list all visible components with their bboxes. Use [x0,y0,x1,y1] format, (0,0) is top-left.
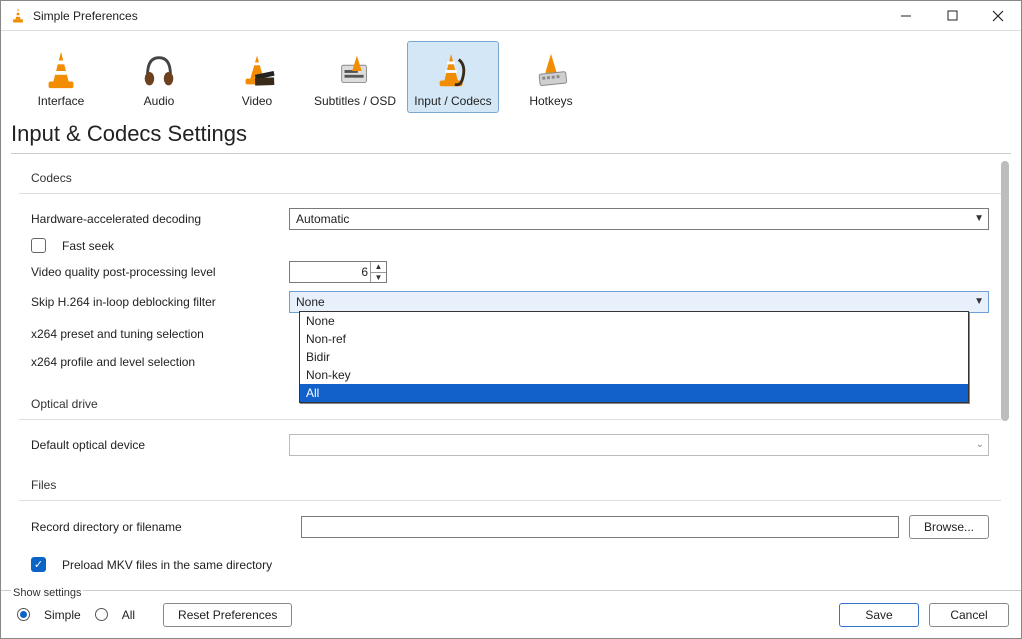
chevron-down-icon: ▼ [974,213,984,224]
tab-interface[interactable]: Interface [15,41,107,113]
keyboard-icon [527,48,575,92]
checkbox-preload-mkv[interactable]: ✓ [31,557,46,572]
combo-value: Automatic [296,212,349,226]
reset-preferences-button[interactable]: Reset Preferences [163,603,292,627]
cancel-button[interactable]: Cancel [929,603,1009,627]
chevron-down-icon: ▼ [974,296,984,307]
dropdown-option[interactable]: Bidir [300,348,968,366]
settings-scroll-area: Codecs Hardware-accelerated decoding Aut… [11,161,1009,588]
browse-button[interactable]: Browse... [909,515,989,539]
category-tabs: Interface Audio Video [1,31,1021,117]
combo-value: None [296,295,325,309]
maximize-button[interactable] [929,1,975,31]
page-title: Input & Codecs Settings [1,117,1021,153]
radio-simple[interactable] [17,608,30,621]
button-label: Browse... [924,520,974,534]
group-title-files: Files [19,474,1001,501]
button-label: Cancel [950,608,987,622]
combo-default-optical[interactable]: ⌄ [289,434,989,456]
combo-hw-decoding[interactable]: Automatic ▼ [289,208,989,230]
divider [11,153,1011,154]
input-record-dir[interactable] [301,516,899,538]
label-preload-mkv: Preload MKV files in the same directory [62,558,272,572]
spinner-vqpp[interactable]: 6 ▲ ▼ [289,261,387,283]
footer-bar: Show settings Simple All Reset Preferenc… [1,590,1021,638]
save-button[interactable]: Save [839,603,919,627]
input-codecs-icon [429,48,477,92]
chevron-down-icon: ⌄ [976,439,984,450]
label-fast-seek: Fast seek [62,239,114,253]
label-skip-loopfilter: Skip H.264 in-loop deblocking filter [31,295,279,309]
close-button[interactable] [975,1,1021,31]
tab-label: Hotkeys [529,94,572,108]
tab-label: Video [242,94,272,108]
label-default-optical: Default optical device [31,438,279,452]
label-vqpp: Video quality post-processing level [31,265,279,279]
window-title: Simple Preferences [33,9,883,23]
spinner-value: 6 [361,265,368,279]
tab-label: Interface [38,94,85,108]
label-show-settings: Show settings [11,587,83,599]
tab-video[interactable]: Video [211,41,303,113]
tab-input-codecs[interactable]: Input / Codecs [407,41,499,113]
tab-label: Input / Codecs [414,94,491,108]
label-all: All [122,608,135,622]
dropdown-option[interactable]: Non-ref [300,330,968,348]
group-title-codecs: Codecs [19,167,1001,194]
label-hw-decoding: Hardware-accelerated decoding [31,212,279,226]
minimize-button[interactable] [883,1,929,31]
combo-skip-loopfilter[interactable]: None ▼ [289,291,989,313]
cone-icon [37,48,85,92]
radio-all[interactable] [95,608,108,621]
tab-label: Audio [144,94,175,108]
dropdown-option[interactable]: Non-key [300,366,968,384]
label-record-dir: Record directory or filename [31,520,291,534]
app-icon [9,7,27,25]
dropdown-option[interactable]: None [300,312,968,330]
tab-subtitles-osd[interactable]: Subtitles / OSD [309,41,401,113]
checkbox-fast-seek[interactable] [31,238,46,253]
label-x264-preset: x264 preset and tuning selection [31,327,279,341]
dropdown-option[interactable]: All [300,384,968,402]
tab-label: Subtitles / OSD [314,94,396,108]
spin-down-icon[interactable]: ▼ [371,273,386,283]
clapperboard-icon [233,48,281,92]
tab-audio[interactable]: Audio [113,41,205,113]
scrollbar-thumb[interactable] [1001,161,1009,421]
title-bar: Simple Preferences [1,1,1021,31]
headphones-icon [135,48,183,92]
subtitles-icon [331,48,379,92]
spin-up-icon[interactable]: ▲ [371,262,386,273]
button-label: Save [865,608,892,622]
label-x264-profile: x264 profile and level selection [31,355,279,369]
tab-hotkeys[interactable]: Hotkeys [505,41,597,113]
button-label: Reset Preferences [178,608,277,622]
dropdown-skip-loopfilter[interactable]: None Non-ref Bidir Non-key All [299,311,969,403]
label-simple: Simple [44,608,81,622]
